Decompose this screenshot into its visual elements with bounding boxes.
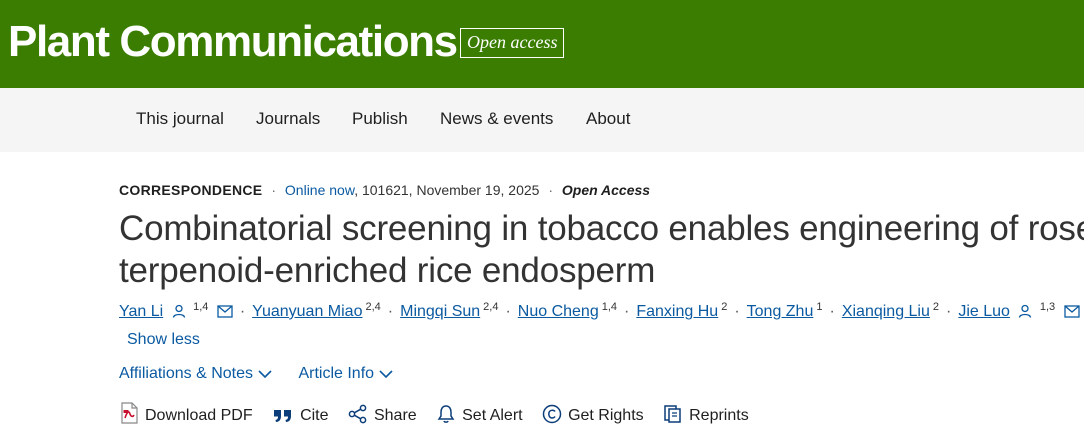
person-icon[interactable] <box>172 304 186 318</box>
action-label: Cite <box>300 407 329 424</box>
journal-header: Plant Communications Open access <box>0 0 1084 88</box>
nav-journals[interactable]: Journals <box>256 108 320 130</box>
article-title-line: terpenoid-enriched rice endosperm <box>119 251 656 290</box>
article-actions: Download PDF Cite Share Set Alert Get Ri… <box>119 402 764 427</box>
open-access-label: Open Access <box>561 182 651 198</box>
pdf-icon <box>121 402 138 424</box>
affiliation-sup: 1,4 <box>601 300 618 313</box>
set-alert-button[interactable]: Set Alert <box>436 404 523 427</box>
main-nav: This journal Journals Publish News & eve… <box>0 88 1084 152</box>
author-tong-zhu: Tong Zhu 1 <box>747 301 823 323</box>
author-list: Yan Li 1,4 · Yuanyuan Miao 2,4 · Mingqi S… <box>119 301 1080 323</box>
email-icon[interactable] <box>217 305 233 318</box>
author-nuo-cheng: Nuo Cheng 1,4 <box>518 301 617 323</box>
author-separator: · <box>624 303 630 320</box>
article-number-date: , 101621, November 19, 2025 <box>354 182 540 198</box>
action-label: Reprints <box>689 407 749 424</box>
action-label: Share <box>373 407 417 424</box>
author-jie-luo: Jie Luo 1,3 <box>958 300 1080 323</box>
meta-separator: · <box>548 182 553 198</box>
share-button[interactable]: Share <box>348 404 417 427</box>
article-type: CORRESPONDENCE <box>119 182 263 198</box>
author-yan-li: Yan Li 1,4 <box>119 301 233 323</box>
author-name-link[interactable]: Mingqi Sun <box>400 303 480 320</box>
author-separator: · <box>239 303 246 320</box>
author-separator: · <box>387 303 394 320</box>
author-separator: · <box>505 303 511 320</box>
author-fanxing-hu: Fanxing Hu 2 <box>636 301 727 323</box>
journal-title-link[interactable]: Plant Communications <box>8 14 458 70</box>
author-name-link[interactable]: Tong Zhu <box>747 303 814 320</box>
author-separator: · <box>829 303 835 320</box>
article-meta: CORRESPONDENCE · Online now, 101621, Nov… <box>119 181 650 199</box>
author-name-link[interactable]: Xianqing Liu <box>842 303 930 320</box>
nav-about[interactable]: About <box>586 108 630 130</box>
author-separator: · <box>946 303 952 320</box>
action-label: Download PDF <box>145 407 253 424</box>
nav-news-events[interactable]: News & events <box>440 108 553 130</box>
affiliation-sup: 2,4 <box>365 300 381 313</box>
copyright-icon <box>542 404 562 424</box>
person-icon[interactable] <box>1018 304 1032 318</box>
author-name-link[interactable]: Fanxing Hu <box>636 303 718 320</box>
open-access-badge: Open access <box>460 28 565 58</box>
author-name-link[interactable]: Jie Luo <box>958 303 1010 320</box>
article-title: Combinatorial screening in tobacco enabl… <box>119 208 1084 292</box>
email-icon[interactable] <box>1063 305 1080 318</box>
cite-button[interactable]: Cite <box>272 405 329 427</box>
nav-publish[interactable]: Publish <box>352 108 408 130</box>
affiliation-sup: 1,4 <box>193 300 209 313</box>
download-pdf-button[interactable]: Download PDF <box>119 402 253 427</box>
meta-separator: · <box>271 182 277 198</box>
action-label: Get Rights <box>568 407 644 424</box>
quote-icon <box>274 410 292 422</box>
affiliation-sup: 1,3 <box>1039 300 1056 313</box>
author-separator: · <box>734 303 740 320</box>
reprints-icon <box>664 405 681 423</box>
action-label: Set Alert <box>462 407 523 424</box>
article-toggles: Affiliations & Notes Article Info <box>119 364 415 384</box>
article-info-toggle[interactable]: Article Info <box>298 364 393 384</box>
show-less-button[interactable]: Show less <box>127 330 200 350</box>
author-yuanyuan-miao: Yuanyuan Miao 2,4 <box>252 301 381 323</box>
online-now-link[interactable]: Online now <box>285 182 354 198</box>
share-icon <box>348 404 367 424</box>
chevron-down-icon <box>258 370 272 379</box>
toggle-label: Affiliations & Notes <box>119 365 253 382</box>
chevron-down-icon <box>379 370 393 379</box>
reprints-button[interactable]: Reprints <box>663 404 749 427</box>
author-name-link[interactable]: Nuo Cheng <box>518 303 599 320</box>
author-name-link[interactable]: Yan Li <box>119 303 163 320</box>
affiliation-sup: 2,4 <box>483 300 499 313</box>
nav-this-journal[interactable]: This journal <box>136 108 224 130</box>
author-xianqing-liu: Xianqing Liu 2 <box>842 301 939 323</box>
author-name-link[interactable]: Yuanyuan Miao <box>252 303 362 320</box>
bell-icon <box>437 405 455 423</box>
affiliations-notes-toggle[interactable]: Affiliations & Notes <box>119 364 272 384</box>
article-title-line: Combinatorial screening in tobacco enabl… <box>119 209 1084 248</box>
author-mingqi-sun: Mingqi Sun 2,4 <box>400 301 498 323</box>
toggle-label: Article Info <box>298 365 375 382</box>
get-rights-button[interactable]: Get Rights <box>542 404 644 427</box>
